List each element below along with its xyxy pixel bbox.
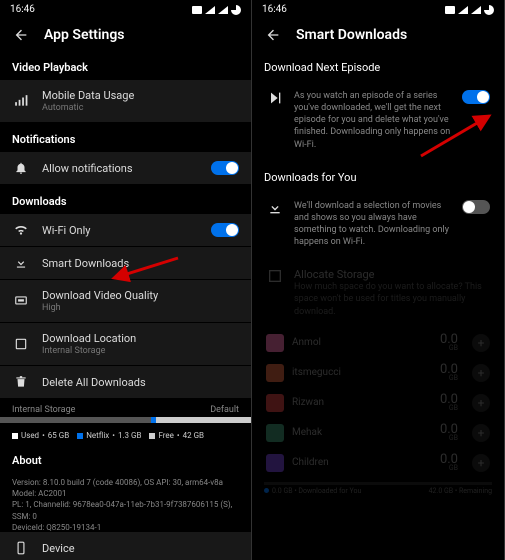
toggle-wifi-only[interactable] (211, 223, 239, 237)
storage-icon (12, 337, 30, 351)
toggle-download-next-episode[interactable] (462, 90, 490, 104)
add-storage-button[interactable]: + (472, 394, 490, 412)
trash-icon (12, 375, 30, 389)
row-download-quality[interactable]: Download Video Quality High (0, 280, 251, 323)
status-time: 16:46 (262, 4, 287, 15)
profile-size: 0.0GB (440, 394, 458, 412)
profile-name: Rizwan (292, 397, 432, 408)
row-label: Wi-Fi Only (42, 224, 199, 237)
wifi-icon (12, 223, 30, 237)
play-next-icon (266, 90, 284, 151)
avatar (266, 394, 284, 412)
profile-size: 0.0GB (440, 364, 458, 382)
profile-name: Children (292, 457, 432, 468)
add-storage-button[interactable]: + (472, 454, 490, 472)
row-allow-notifications[interactable]: Allow notifications (0, 152, 251, 185)
signal-icon (12, 94, 30, 108)
row-label: Allow notifications (42, 162, 199, 175)
download-icon (266, 200, 284, 249)
device-icon (12, 541, 30, 555)
dfy-description: We'll download a selection of movies and… (294, 200, 452, 249)
row-sub: Internal Storage (42, 346, 239, 356)
row-mobile-data-usage[interactable]: Mobile Data Usage Automatic (0, 80, 251, 123)
allocate-icon (266, 268, 284, 317)
page-title: App Settings (44, 27, 125, 43)
avatar (266, 364, 284, 382)
allocate-desc: How much space do you want to allocate? … (294, 281, 490, 317)
add-storage-button[interactable]: + (472, 334, 490, 352)
profile-name: Anmol (292, 337, 432, 348)
back-arrow-icon[interactable] (12, 27, 30, 43)
row-smart-downloads[interactable]: Smart Downloads (0, 247, 251, 280)
row-label: Download Video Quality (42, 289, 239, 302)
toggle-notifications[interactable] (211, 161, 239, 175)
avatar (266, 334, 284, 352)
row-sub: High (42, 303, 239, 313)
profile-size: 0.0GB (440, 454, 458, 472)
row-label: Delete All Downloads (42, 376, 239, 389)
profile-row[interactable]: Children 0.0GB + (252, 448, 504, 478)
section-notifications: Notifications (0, 123, 251, 152)
section-about: About (0, 444, 251, 473)
avatar (266, 424, 284, 442)
profile-name: Mehak (292, 427, 432, 438)
add-storage-button[interactable]: + (472, 364, 490, 382)
status-time: 16:46 (10, 4, 35, 15)
storage-header: Internal Storage Default (0, 399, 251, 417)
profile-row[interactable]: itsmegucci 0.0GB + (252, 358, 504, 388)
toggle-downloads-for-you[interactable] (462, 200, 490, 214)
status-icons (192, 5, 241, 15)
profile-row[interactable]: Anmol 0.0GB + (252, 328, 504, 358)
quality-icon (12, 294, 30, 308)
avatar (266, 454, 284, 472)
row-label: Mobile Data Usage (42, 89, 239, 102)
storage-bar (0, 417, 251, 423)
back-arrow-icon[interactable] (264, 27, 282, 43)
page-title: Smart Downloads (296, 27, 407, 43)
section-dfy: Downloads for You (252, 161, 504, 190)
row-label: Smart Downloads (42, 257, 239, 270)
profile-size: 0.0GB (440, 424, 458, 442)
dne-description: As you watch an episode of a series you'… (294, 90, 452, 151)
profile-size: 0.0GB (440, 334, 458, 352)
row-wifi-only[interactable]: Wi-Fi Only (0, 214, 251, 247)
download-icon (12, 256, 30, 270)
row-sub: Automatic (42, 103, 239, 113)
dfy-storage-legend: 0.0 GB • Downloaded for You 42.0 GB • Re… (252, 485, 504, 497)
row-delete-all-downloads[interactable]: Delete All Downloads (0, 366, 251, 399)
device-info: Version: 8.10.0 build 7 (code 40086), OS… (0, 473, 251, 537)
row-download-location[interactable]: Download Location Internal Storage (0, 323, 251, 366)
add-storage-button[interactable]: + (472, 424, 490, 442)
profile-row[interactable]: Mehak 0.0GB + (252, 418, 504, 448)
allocate-title: Allocate Storage (294, 268, 490, 281)
section-dne: Download Next Episode (252, 51, 504, 80)
storage-legend: Used • 65 GB Netflix • 1.3 GB Free • 42 … (0, 427, 251, 444)
row-label: Download Location (42, 332, 239, 345)
section-video-playback: Video Playback (0, 51, 251, 80)
row-device[interactable]: Device (0, 532, 251, 560)
profile-row[interactable]: Rizwan 0.0GB + (252, 388, 504, 418)
status-icons (445, 5, 494, 15)
bell-icon (12, 161, 30, 175)
section-downloads: Downloads (0, 185, 251, 214)
profile-name: itsmegucci (292, 367, 432, 378)
